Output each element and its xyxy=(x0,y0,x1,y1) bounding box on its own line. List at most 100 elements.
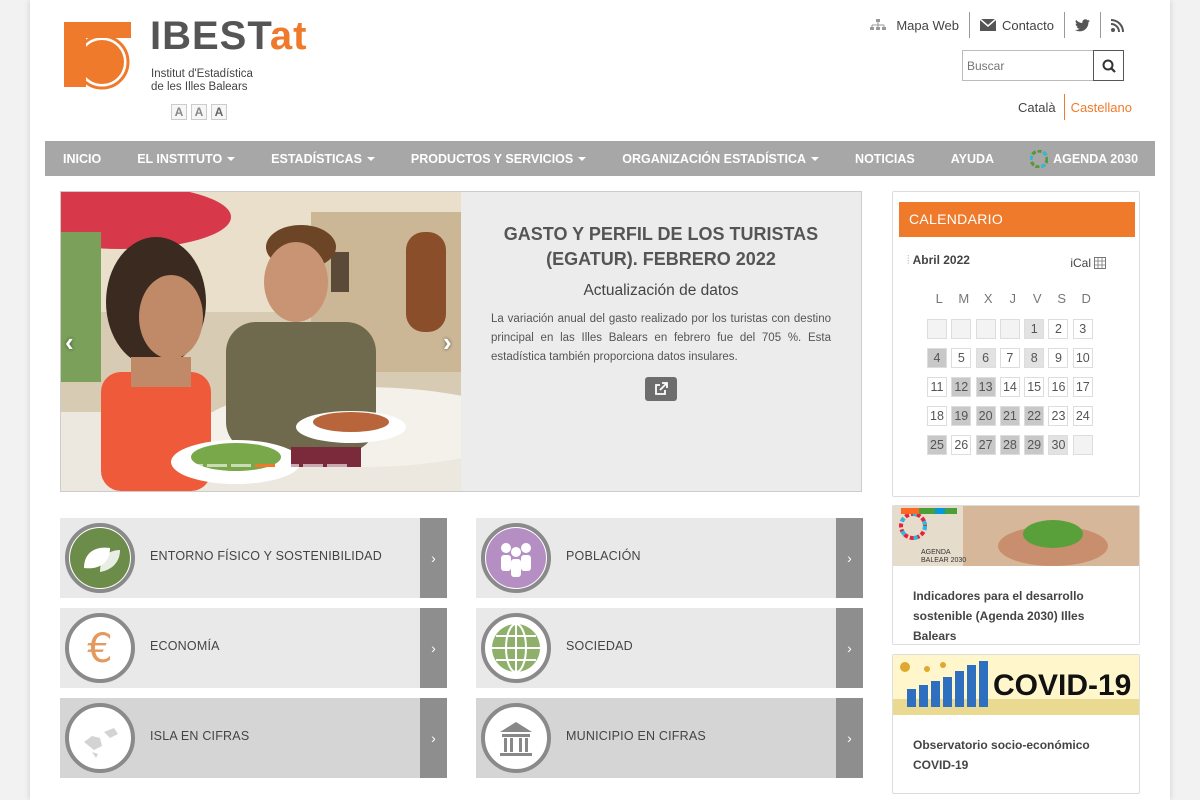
calendar-day[interactable]: 24 xyxy=(1072,406,1093,426)
agenda-2030-card[interactable]: AGENDA BALEAR 2030 Indicadores para el d… xyxy=(892,505,1140,645)
news-carousel: ‹ › GASTO Y PERFIL DE LOS TURISTAS (EGAT… xyxy=(60,191,862,492)
calendar-day[interactable]: 2 xyxy=(1048,319,1069,339)
calendar-day[interactable]: 7 xyxy=(999,348,1020,368)
calendar-day[interactable]: 29 xyxy=(1024,435,1045,455)
nav-item-organizacion[interactable]: ORGANIZACIÓN ESTADÍSTICA xyxy=(604,141,837,176)
calendar-day[interactable]: 30 xyxy=(1048,435,1069,455)
top-links: Mapa Web Contacto xyxy=(860,12,1134,38)
carousel-prev-icon[interactable]: ‹ xyxy=(65,327,74,358)
calendar-day[interactable]: 5 xyxy=(951,348,972,368)
calendar-day[interactable]: 11 xyxy=(927,377,947,397)
calendar-day[interactable]: 14 xyxy=(999,377,1020,397)
carousel-indicator[interactable] xyxy=(183,464,203,467)
carousel-indicator[interactable] xyxy=(231,464,251,467)
lang-catalan-link[interactable]: Català xyxy=(1018,100,1064,115)
carousel-indicator[interactable] xyxy=(303,464,323,467)
lang-spanish-link[interactable]: Castellano xyxy=(1065,100,1132,115)
calendar-day[interactable]: 28 xyxy=(999,435,1020,455)
nav-item-agenda-2030[interactable]: AGENDA 2030 xyxy=(1012,141,1156,176)
calendar-grid: 1 2 3 4 5 6 7 8 9 10 11 12 13 14 15 16 1… xyxy=(927,319,1093,455)
contact-link[interactable]: Contacto xyxy=(970,12,1064,38)
calendar-day[interactable]: 18 xyxy=(927,406,947,426)
search-input[interactable] xyxy=(962,50,1093,81)
slide-photo[interactable]: ‹ › xyxy=(61,192,461,491)
calendar-day[interactable]: 9 xyxy=(1048,348,1069,368)
font-size-medium-button[interactable]: A xyxy=(191,104,207,120)
calendar-day[interactable]: 13 xyxy=(975,377,996,397)
sdg-wheel-icon xyxy=(1030,149,1049,168)
calendar-weekdays: LMXJVSD xyxy=(935,291,1091,306)
globe-icon xyxy=(481,613,551,683)
language-switcher: Català Castellano xyxy=(1018,94,1132,120)
category-label: POBLACIÓN xyxy=(566,549,641,563)
nav-item-productos-servicios[interactable]: PRODUCTOS Y SERVICIOS xyxy=(393,141,604,176)
calendar-day[interactable]: 15 xyxy=(1024,377,1045,397)
slide-title[interactable]: GASTO Y PERFIL DE LOS TURISTAS (EGATUR).… xyxy=(461,222,861,272)
caret-down-icon xyxy=(811,156,820,161)
calendar-day[interactable]: 21 xyxy=(999,406,1020,426)
brand-name: IBESTat xyxy=(150,14,308,58)
calendar-day[interactable]: 12 xyxy=(951,377,972,397)
twitter-link[interactable] xyxy=(1065,12,1100,38)
category-label: ECONOMÍA xyxy=(150,639,220,653)
calendar-day[interactable]: 6 xyxy=(975,348,996,368)
nav-item-el-instituto[interactable]: EL INSTITUTO xyxy=(119,141,253,176)
category-economia[interactable]: € ECONOMÍA › xyxy=(60,608,447,688)
calendar-day[interactable]: 4 xyxy=(927,348,947,368)
carousel-indicator[interactable] xyxy=(207,464,227,467)
category-municipio-en-cifras[interactable]: MUNICIPIO EN CIFRAS › xyxy=(476,698,863,778)
nav-item-ayuda[interactable]: AYUDA xyxy=(933,141,1012,176)
calendar-day[interactable]: 19 xyxy=(951,406,972,426)
calendar-day[interactable]: 25 xyxy=(927,435,947,455)
category-isla-en-cifras[interactable]: ISLA EN CIFRAS › xyxy=(60,698,447,778)
agenda-2030-image: AGENDA BALEAR 2030 xyxy=(893,506,1139,566)
covid-19-card[interactable]: COVID-19 Observatorio socio-económico CO… xyxy=(892,654,1140,794)
ical-link[interactable]: iCal xyxy=(1070,256,1106,270)
sitemap-link[interactable]: Mapa Web xyxy=(860,12,969,38)
chevron-right-icon[interactable]: › xyxy=(420,608,447,688)
category-poblacion[interactable]: POBLACIÓN › xyxy=(476,518,863,598)
chevron-right-icon[interactable]: › xyxy=(420,518,447,598)
chevron-right-icon[interactable]: › xyxy=(836,608,863,688)
calendar-day[interactable]: 3 xyxy=(1072,319,1093,339)
carousel-indicator[interactable] xyxy=(327,464,347,467)
calendar-day-today[interactable]: 27 xyxy=(975,435,996,455)
category-label: MUNICIPIO EN CIFRAS xyxy=(566,729,706,743)
svg-text:COVID-19: COVID-19 xyxy=(993,669,1131,702)
category-label: SOCIEDAD xyxy=(566,639,633,653)
rss-icon xyxy=(1111,18,1124,32)
sitemap-label: Mapa Web xyxy=(896,17,959,33)
twitter-icon xyxy=(1075,18,1090,31)
svg-text:AGENDA: AGENDA xyxy=(921,549,951,556)
nav-item-estadisticas[interactable]: ESTADÍSTICAS xyxy=(253,141,393,176)
carousel-next-icon[interactable]: › xyxy=(443,327,452,358)
font-size-small-button[interactable]: A xyxy=(171,104,187,120)
rss-link[interactable] xyxy=(1101,12,1134,38)
category-label: ISLA EN CIFRAS xyxy=(150,729,250,743)
open-link-button[interactable] xyxy=(645,377,677,401)
calendar-day[interactable]: 26 xyxy=(951,435,972,455)
calendar-month: ⦙ Abril 2022 xyxy=(907,253,970,267)
calendar-day[interactable]: 23 xyxy=(1048,406,1069,426)
calendar-day[interactable]: 10 xyxy=(1072,348,1093,368)
category-entorno-fisico[interactable]: ENTORNO FÍSICO Y SOSTENIBILIDAD › xyxy=(60,518,447,598)
category-sociedad[interactable]: SOCIEDAD › xyxy=(476,608,863,688)
font-size-large-button[interactable]: A xyxy=(211,104,227,120)
calendar-day[interactable]: 22 xyxy=(1024,406,1045,426)
nav-item-noticias[interactable]: NOTICIAS xyxy=(837,141,933,176)
search-button[interactable] xyxy=(1093,50,1124,81)
calendar-day[interactable]: 16 xyxy=(1048,377,1069,397)
font-size-controls: A A A xyxy=(171,104,227,120)
calendar-day[interactable]: 17 xyxy=(1072,377,1093,397)
chevron-right-icon[interactable]: › xyxy=(836,518,863,598)
calendar-day[interactable]: 8 xyxy=(1024,348,1045,368)
chevron-right-icon[interactable]: › xyxy=(836,698,863,778)
carousel-indicator[interactable] xyxy=(255,464,275,467)
envelope-icon xyxy=(979,19,996,31)
carousel-indicator[interactable] xyxy=(279,464,299,467)
calendar-day[interactable]: 1 xyxy=(1024,319,1045,339)
nav-item-inicio[interactable]: INICIO xyxy=(45,141,119,176)
chevron-right-icon[interactable]: › xyxy=(420,698,447,778)
calendar-day[interactable]: 20 xyxy=(975,406,996,426)
ibestat-logo[interactable] xyxy=(60,18,135,91)
